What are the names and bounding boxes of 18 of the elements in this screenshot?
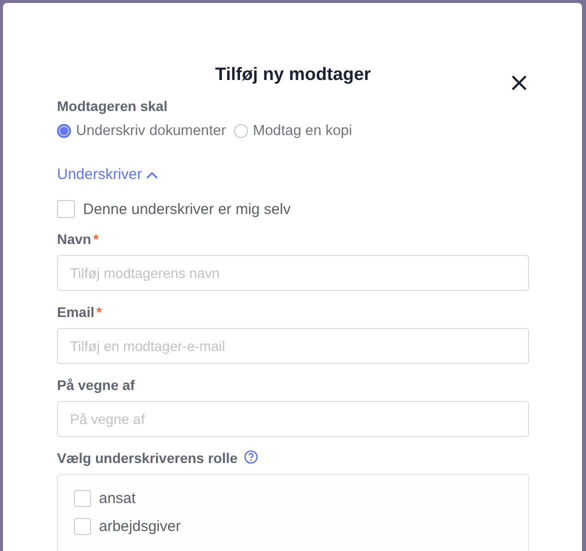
section-toggle[interactable]: Underskriver — [57, 166, 158, 183]
self-checkbox[interactable]: Denne underskriver er mig selv — [57, 200, 291, 218]
role-checkbox[interactable]: arbejdsgiver — [74, 518, 512, 535]
input-field[interactable]: På vegne af — [57, 401, 529, 437]
field-label: På vegne af — [57, 377, 135, 393]
close-button[interactable]: × — [508, 71, 530, 95]
caret-icon — [146, 170, 158, 178]
input-field[interactable]: Tilføj en modtager-e-mail — [57, 328, 529, 364]
field-label: Modtageren skal — [57, 98, 168, 114]
field-label: Navn* — [57, 231, 99, 247]
role-checkbox[interactable]: ansat — [74, 490, 512, 507]
field-label: Email* — [57, 304, 102, 320]
radio-option[interactable]: Modtag en kopi — [234, 123, 352, 139]
radio-option[interactable]: Underskriv dokumenter — [57, 123, 226, 139]
field-label: Vælg underskriverens rolle — [57, 450, 238, 466]
input-field[interactable]: Tilføj modtagerens navn — [57, 255, 529, 291]
dialog-title: Tilføj ny modtager — [215, 64, 371, 85]
help-icon[interactable] — [244, 450, 258, 464]
